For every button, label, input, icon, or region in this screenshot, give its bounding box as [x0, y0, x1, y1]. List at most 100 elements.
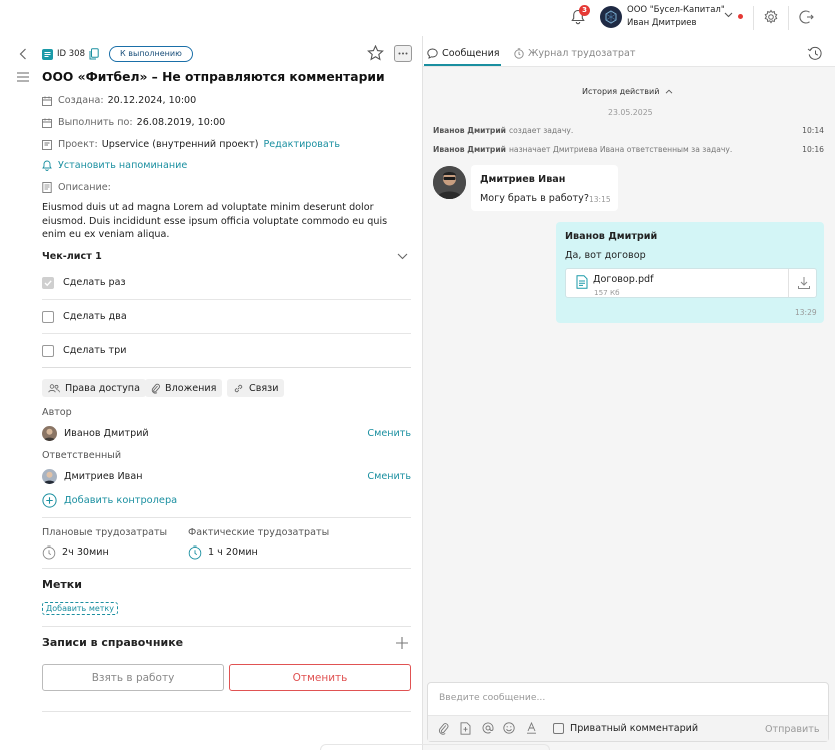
message-author: Иванов Дмитрий: [565, 231, 658, 242]
planned-labor-label: Плановые трудозатраты: [42, 527, 168, 538]
message-text: Могу брать в работу?: [480, 193, 589, 204]
checklist-item[interactable]: Сделать раз: [42, 266, 411, 300]
actual-labor-value: 1 ч 20мин: [188, 545, 258, 560]
links-button[interactable]: Связи: [227, 379, 285, 397]
created-value: 20.12.2024, 10:00: [107, 95, 197, 106]
divider: [42, 626, 411, 627]
org-name[interactable]: ООО "Бусел-Капитал": [627, 5, 725, 15]
more-options-button[interactable]: [394, 45, 412, 62]
history-entry-time: 10:16: [802, 145, 824, 154]
checkbox[interactable]: [42, 344, 54, 357]
send-button[interactable]: Отправить: [765, 724, 820, 735]
directory-title: Записи в справочнике: [42, 636, 184, 649]
tab-messages-label: Сообщения: [442, 48, 500, 59]
checklist-item[interactable]: Сделать три: [42, 334, 411, 368]
calendar-icon: [42, 96, 52, 106]
access-rights-button[interactable]: Права доступа: [42, 379, 146, 397]
description-icon: [42, 182, 52, 193]
back-arrow-icon[interactable]: [19, 48, 27, 60]
checkbox[interactable]: [42, 310, 54, 323]
action-history-toggle[interactable]: История действий: [582, 87, 673, 96]
responsible-row: Дмитриев Иван Сменить: [42, 469, 411, 484]
gear-icon[interactable]: [763, 9, 779, 25]
tab-labor-journal[interactable]: Журнал трудозатрат: [514, 48, 635, 59]
status-badge[interactable]: К выполнению: [109, 46, 193, 62]
org-logo[interactable]: [600, 6, 622, 28]
edit-project-link[interactable]: Редактировать: [263, 139, 340, 150]
description-row: Описание:: [42, 182, 115, 193]
star-icon[interactable]: [367, 45, 384, 61]
tab-messages[interactable]: Сообщения: [427, 48, 500, 59]
notification-badge: 3: [579, 5, 590, 16]
take-to-work-button[interactable]: Взять в работу: [42, 664, 224, 691]
private-comment-toggle[interactable]: Приватный комментарий: [553, 723, 698, 734]
download-icon[interactable]: [797, 276, 811, 290]
task-id-label: ID 308: [57, 49, 85, 59]
chevron-down-icon[interactable]: [724, 12, 733, 18]
chat-bubble-icon: [427, 48, 438, 59]
text-format-icon[interactable]: [526, 722, 537, 734]
message-time: 13:29: [795, 308, 817, 317]
paperclip-icon[interactable]: [438, 722, 449, 735]
link-icon: [233, 383, 244, 394]
project-value: Upservice (внутренний проект): [101, 139, 259, 150]
author-row: Иванов Дмитрий Сменить: [42, 426, 411, 441]
checkbox-checked[interactable]: [42, 276, 54, 289]
cancel-button[interactable]: Отменить: [229, 664, 411, 691]
menu-icon[interactable]: [17, 72, 29, 82]
private-comment-label: Приватный комментарий: [570, 723, 699, 734]
plus-icon[interactable]: [395, 636, 409, 650]
current-user-name[interactable]: Иван Дмитриев: [627, 18, 697, 28]
responsible-label: Ответственный: [42, 450, 122, 461]
chevron-down-icon[interactable]: [397, 253, 408, 260]
plus-circle-icon: [42, 493, 57, 508]
history-entry-time: 10:14: [802, 126, 824, 135]
divider: [42, 517, 411, 518]
actual-labor-text: 1 ч 20мин: [208, 547, 258, 558]
chevron-up-icon: [665, 89, 673, 94]
avatar: [42, 469, 57, 484]
stopwatch-icon: [188, 545, 202, 560]
change-responsible-link[interactable]: Сменить: [367, 471, 411, 482]
history-entry-author: Иванов Дмитрий: [433, 145, 506, 154]
message-time: 13:15: [589, 195, 611, 204]
action-history-label: История действий: [582, 87, 660, 96]
history-entry: Иванов Дмитрий создает задачу. 10:14: [433, 126, 824, 135]
file-attachment[interactable]: Договор.pdf 157 Кб: [565, 268, 817, 298]
document-icon: [576, 275, 588, 289]
add-controller-button[interactable]: Добавить контролера: [42, 493, 177, 508]
status-dot: [738, 14, 743, 19]
set-reminder-link[interactable]: Установить напоминание: [42, 160, 187, 171]
message-author: Дмитриев Иван: [480, 174, 566, 185]
checklist-title: Чек-лист 1: [42, 251, 102, 262]
change-author-link[interactable]: Сменить: [367, 428, 411, 439]
logout-icon[interactable]: [799, 9, 815, 25]
emoji-icon[interactable]: [503, 722, 515, 734]
tags-title: Метки: [42, 578, 82, 591]
top-bar: 3 ООО "Бусел-Капитал" Иван Дмитриев: [0, 0, 835, 36]
checklist-item[interactable]: Сделать два: [42, 300, 411, 334]
history-entry-action: назначает Дмитриева Ивана ответственным …: [508, 145, 733, 154]
mention-icon[interactable]: [482, 722, 494, 734]
add-tag-button[interactable]: Добавить метку: [42, 602, 118, 615]
task-id: ID 308: [42, 48, 99, 60]
created-row: Создана: 20.12.2024, 10:00: [42, 95, 196, 106]
description-label: Описание:: [58, 182, 111, 193]
actual-labor-label: Фактические трудозатраты: [188, 527, 330, 538]
file-icon[interactable]: [460, 722, 471, 735]
message-input[interactable]: Введите сообщение...: [439, 692, 545, 703]
divider: [788, 6, 789, 30]
avatar: [42, 426, 57, 441]
outgoing-message: Иванов Дмитрий Да, вот договор Договор.p…: [556, 222, 824, 323]
file-name: Договор.pdf: [593, 274, 654, 285]
history-icon[interactable]: [807, 46, 823, 61]
copy-icon[interactable]: [89, 48, 99, 60]
checkbox[interactable]: [553, 723, 564, 734]
project-row: Проект: Upservice (внутренний проект) Ре…: [42, 139, 340, 150]
divider: [753, 6, 754, 30]
history-entry: Иванов Дмитрий назначает Дмитриева Ивана…: [433, 145, 824, 154]
composer-toolbar: Приватный комментарий Отправить: [428, 715, 828, 741]
due-row: Выполнить по: 26.08.2019, 10:00: [42, 117, 225, 128]
stopwatch-icon: [514, 48, 524, 59]
attachments-button[interactable]: Вложения: [145, 379, 223, 397]
